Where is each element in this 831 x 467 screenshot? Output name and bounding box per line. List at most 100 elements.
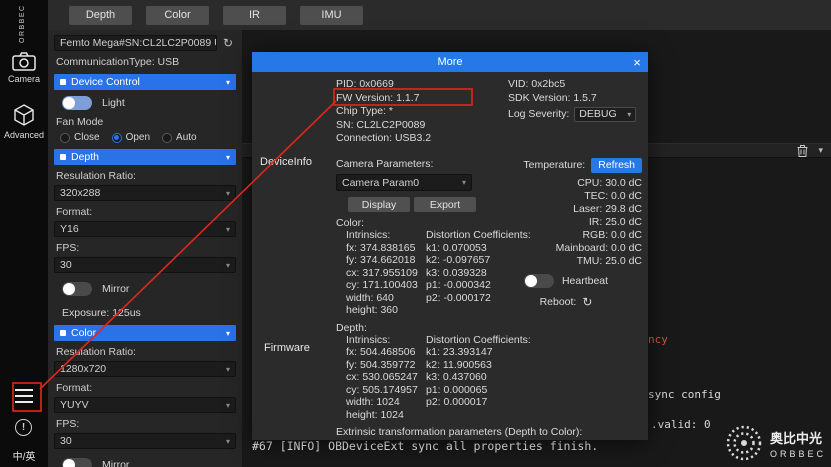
depth-resolution-value: 320x288 [60,187,100,199]
export-button[interactable]: Export [414,197,476,212]
info-button[interactable]: ! [15,419,32,436]
heartbeat-row: Heartbeat [490,274,642,288]
connection-value: Connection: USB3.2 [336,132,431,146]
temperature-refresh-button[interactable]: Refresh [591,158,642,173]
fan-close-label: Close [74,132,100,143]
color-format-select[interactable]: YUYV ▾ [54,397,236,413]
color-mirror-toggle[interactable] [62,458,92,467]
sidebar-camera-label: Camera [8,74,40,84]
reboot-icon[interactable]: ↻ [582,296,592,309]
tab-color[interactable]: Color [146,6,209,25]
color-fps-label: FPS: [54,418,236,430]
camera-icon [12,52,36,71]
temperature-list: CPU: 30.0 dC TEC: 0.0 dC Laser: 29.8 dC … [490,177,642,268]
camera-param-select[interactable]: Camera Param0 ▾ [336,174,472,191]
temp-rgb: RGB: 0.0 dC [490,229,642,242]
value: cy: 505.174957 [346,384,426,397]
depth-format-label: Format: [54,206,236,218]
radio-icon [162,133,172,143]
color-fps-select[interactable]: 30 ▾ [54,433,236,449]
depth-format-select[interactable]: Y16 ▾ [54,221,236,237]
value: p1: 0.000065 [426,384,642,397]
depth-format-value: Y16 [60,223,79,235]
color-fps-value: 30 [60,435,72,447]
value: fy: 504.359772 [346,359,426,372]
color-resolution-select[interactable]: 1280x720 ▾ [54,361,236,377]
sidebar: ORBBEC Camera Advanced ! 中/英 [0,0,48,467]
tab-imu[interactable]: IMU [300,6,363,25]
fan-option-auto[interactable]: Auto [162,132,197,143]
tab-firmware[interactable]: Firmware [264,342,310,354]
device-info-left: PID: 0x0669 FW Version: 1.1.7 Chip Type:… [336,78,431,146]
camera-param-value: Camera Param0 [342,177,419,189]
section-header-device-control[interactable]: Device Control ▾ [54,74,236,90]
depth-fps-label: FPS: [54,242,236,254]
communication-type-label: CommunicationType: USB [54,56,236,68]
menu-button[interactable] [15,389,33,403]
color-mirror-row: Mirror [54,458,236,467]
heartbeat-toggle[interactable] [524,274,554,288]
dialog-body: DeviceInfo Firmware PID: 0x0669 FW Versi… [252,72,648,440]
distortion-label: Distortion Coefficients: [426,334,642,347]
close-icon[interactable]: × [626,52,648,72]
refresh-icon: ↻ [223,36,233,50]
tab-deviceinfo[interactable]: DeviceInfo [260,156,312,168]
depth-resolution-select[interactable]: 320x288 ▾ [54,185,236,201]
dialog-title-bar[interactable]: More × [252,52,648,72]
top-bar: Depth Color IR IMU [48,0,831,30]
value: k3: 0.437060 [426,371,642,384]
value: fx: 374.838165 [346,242,426,255]
device-select[interactable]: Femto Mega#SN:CL2LC2P0089 US [54,35,217,51]
depth-fps-value: 30 [60,259,72,271]
display-button[interactable]: Display [348,197,410,212]
vid-value: VID: 0x2bc5 [508,78,636,92]
value: height: 360 [346,304,426,317]
bullet-square-icon [60,79,66,85]
section-header-color[interactable]: Color ▾ [54,325,236,341]
chevron-down-icon: ▾ [226,261,230,270]
chevron-down-icon: ▾ [627,108,631,122]
light-toggle[interactable] [62,96,92,110]
color-resolution-label: Resulation Ratio: [54,346,236,358]
fan-option-open[interactable]: Open [112,132,150,143]
section-header-depth[interactable]: Depth ▾ [54,149,236,165]
log-severity-row: Log Severity: DEBUG ▾ [508,107,636,122]
device-control-header-label: Device Control [71,76,140,88]
tab-depth[interactable]: Depth [69,6,132,25]
value: width: 1024 [346,396,426,409]
log-line-bottom: #67 [INFO] OBDeviceExt sync all properti… [252,439,598,453]
depth-mirror-row: Mirror [54,282,236,296]
hamburger-icon [15,389,33,391]
bullet-square-icon [60,154,66,160]
depth-mirror-toggle[interactable] [62,282,92,296]
orbbec-footer-logo: 奥比中光 ORBBEC [725,424,826,462]
orbbec-vertical-logo: ORBBEC [19,3,26,43]
more-dialog: More × DeviceInfo Firmware PID: 0x0669 F… [252,52,648,440]
log-severity-select[interactable]: DEBUG ▾ [574,107,636,122]
sidebar-advanced-label: Advanced [4,130,44,140]
reboot-label: Reboot: [540,296,577,309]
pid-value: PID: 0x0669 [336,78,431,92]
depth-fps-select[interactable]: 30 ▾ [54,257,236,273]
temp-ir: IR: 25.0 dC [490,216,642,229]
fan-option-close[interactable]: Close [60,132,100,143]
depth-params-grid: Intrinsics: Distortion Coefficients: fx:… [336,334,642,422]
chevron-down-icon: ▾ [226,365,230,374]
color-resolution-value: 1280x720 [60,363,106,375]
value: k1: 23.393147 [426,346,642,359]
value: height: 1024 [346,409,426,422]
color-format-label: Format: [54,382,236,394]
device-status-block: Temperature: Refresh CPU: 30.0 dC TEC: 0… [490,158,642,309]
info-icon: ! [22,422,25,433]
tab-ir[interactable]: IR [223,6,286,25]
chevron-down-icon: ▾ [226,225,230,234]
extrinsic-label: Extrinsic transformation parameters (Dep… [336,426,642,438]
language-toggle[interactable]: 中/英 [0,448,48,463]
log-line-clipped-2: .valid: 0 [651,418,711,431]
depth-header-label: Depth [71,151,99,163]
sidebar-item-camera[interactable]: Camera [0,52,48,84]
trash-icon[interactable] [797,145,808,157]
collapse-chevron-icon[interactable]: ▾ [818,145,823,156]
device-refresh-button[interactable]: ↻ [220,35,236,51]
sidebar-item-advanced[interactable]: Advanced [0,103,48,140]
